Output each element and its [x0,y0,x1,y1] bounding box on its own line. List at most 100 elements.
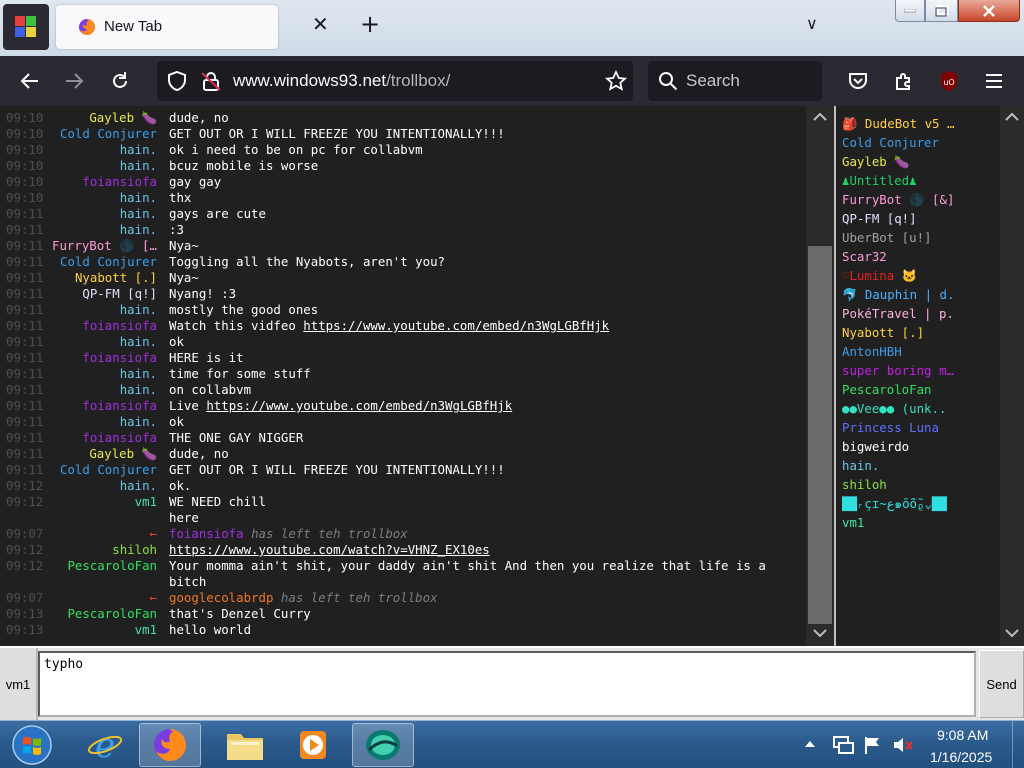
user-list-item[interactable]: Nyabott [.] [842,323,960,342]
message-nickname[interactable]: PescaroloFan [52,558,157,590]
pocket-icon[interactable] [846,69,870,93]
back-arrow-icon[interactable] [18,69,42,93]
user-list-item[interactable]: 🐬 Dauphin | d. [842,285,960,304]
taskbar-file-explorer[interactable] [214,723,276,767]
left-user-nickname[interactable]: googlecolabrdp [169,590,273,605]
hamburger-menu-icon[interactable] [982,69,1006,93]
message-nickname[interactable]: Cold Conjurer [52,126,157,142]
window-close-button[interactable] [958,0,1020,22]
url-text[interactable]: www.windows93.net/trollbox/ [233,71,450,91]
taskbar-internet-explorer[interactable]: e [74,723,136,767]
show-hidden-icons-icon[interactable] [804,739,816,749]
user-list-item[interactable]: bigweirdo [842,437,960,456]
message-nickname[interactable]: hain. [52,302,157,318]
scroll-down-icon[interactable] [1005,628,1019,638]
user-list-item[interactable]: UberBot [u!] [842,228,960,247]
firefox-view-icon[interactable] [3,4,49,50]
send-button[interactable]: Send [979,650,1024,718]
scroll-down-icon[interactable] [813,628,827,638]
message-nickname[interactable]: hain. [52,142,157,158]
reload-icon[interactable] [108,69,132,93]
user-list-item[interactable]: FurryBot 🌑 [&] [842,190,960,209]
list-all-tabs-button[interactable]: ∨ [806,14,818,33]
message-nickname[interactable]: hain. [52,382,157,398]
user-list-item[interactable]: ●●Vee●● (unk.. [842,399,960,418]
extensions-puzzle-icon[interactable] [892,69,916,93]
new-tab-button[interactable]: + [360,12,380,36]
message-nickname[interactable]: hain. [52,478,157,494]
bookmark-star-icon[interactable] [605,70,627,92]
message-nickname[interactable]: Cold Conjurer [52,254,157,270]
show-desktop-button[interactable] [1012,721,1024,768]
chat-scrollbar-thumb[interactable] [808,246,832,624]
user-list-item[interactable]: Gayleb 🍆 [842,152,960,171]
left-user-nickname[interactable]: foiansiofa [169,526,244,541]
message-nickname[interactable]: FurryBot 🌑 [&] [52,238,157,254]
ublock-origin-icon[interactable]: uO [937,69,961,93]
window-maximize-button[interactable] [925,0,958,22]
start-button[interactable] [8,723,56,767]
message-nickname[interactable]: hain. [52,414,157,430]
message-nickname[interactable]: QP-FM [q!] [52,286,157,302]
message-nickname[interactable]: Gayleb 🍆 [52,110,157,126]
user-list-item[interactable]: ♡Lumina 🐱 [842,266,960,285]
message-nickname[interactable]: Gayleb 🍆 [52,446,157,462]
user-list-item[interactable]: 🎒 DudeBot v5 [#] [842,114,960,133]
message-nickname[interactable]: PescaroloFan [52,606,157,622]
message-nickname[interactable]: foiansiofa [52,430,157,446]
message-nickname[interactable]: hain. [52,334,157,350]
message-link[interactable]: https://www.youtube.com/watch?v=VHNZ_EX1… [169,542,490,557]
message-nickname[interactable]: vm1 [52,622,157,638]
taskbar-firefox[interactable] [139,723,201,767]
user-list-item[interactable]: AntonHBH [842,342,960,361]
message-nickname[interactable]: foiansiofa [52,318,157,334]
user-list-item[interactable]: PescaroloFan [842,380,960,399]
message-nickname[interactable]: hain. [52,206,157,222]
user-list-item[interactable]: vm1 [842,513,960,532]
message-nickname[interactable]: Cold Conjurer [52,462,157,478]
chat-scrollbar[interactable] [806,106,834,646]
taskbar-app[interactable] [352,723,414,767]
message-nickname[interactable]: foiansiofa [52,350,157,366]
scroll-up-icon[interactable] [813,112,827,122]
message-nickname[interactable]: foiansiofa [52,174,157,190]
user-list-item[interactable]: PokéTravel | p. [842,304,960,323]
network-icon[interactable] [832,735,854,755]
message-nickname[interactable]: Nyabott [.] [52,270,157,286]
user-list-item[interactable]: super boring m.. [842,361,960,380]
insecure-lock-icon[interactable] [201,71,221,91]
message-nickname[interactable]: vm1 [52,494,157,510]
message-link[interactable]: https://www.youtube.com/embed/n3WgLGBfHj… [303,318,609,333]
taskbar-media-player[interactable] [282,723,344,767]
message-nickname[interactable]: hain. [52,158,157,174]
tab-new-tab[interactable]: New Tab [56,5,278,49]
user-list-item[interactable]: Cold Conjurer [842,133,960,152]
message-link[interactable]: https://www.youtube.com/embed/n3WgLGBfHj… [206,398,512,413]
volume-muted-icon[interactable] [892,735,914,755]
user-list-item[interactable]: shiloh [842,475,960,494]
user-list-item[interactable]: Scar32 [842,247,960,266]
message-nickname[interactable]: hain. [52,222,157,238]
user-list-item[interactable]: Princess Luna [842,418,960,437]
action-center-flag-icon[interactable] [863,735,883,755]
window-minimize-button[interactable] [895,0,925,22]
scroll-up-icon[interactable] [1005,112,1019,122]
users-scrollbar[interactable] [1000,106,1024,646]
user-list-item[interactable]: hain. [842,456,960,475]
clock-time[interactable]: 9:08 AM [937,727,988,743]
message-nickname[interactable]: shiloh [52,542,157,558]
forward-arrow-icon[interactable] [62,69,86,93]
message-input[interactable]: typho [38,651,976,717]
search-bar[interactable]: Search [648,61,822,101]
user-list-item[interactable]: QP-FM [q!] [842,209,960,228]
message-nickname[interactable]: foiansiofa [52,398,157,414]
user-list-item[interactable]: ♟Untitled♟ [842,171,960,190]
message-nickname[interactable]: hain. [52,366,157,382]
tab-close-icon[interactable]: ✕ [312,14,329,34]
address-bar[interactable]: www.windows93.net/trollbox/ [157,61,633,101]
shield-icon[interactable] [167,71,187,91]
user-list-item[interactable]: ██ᵣçɪ~ﻉ๑ō̃ō̃ᵨ⌄██ [842,494,960,513]
message-nickname[interactable]: hain. [52,190,157,206]
my-nickname-button[interactable]: vm1 [0,648,38,720]
clock-date[interactable]: 1/16/2025 [930,749,992,765]
